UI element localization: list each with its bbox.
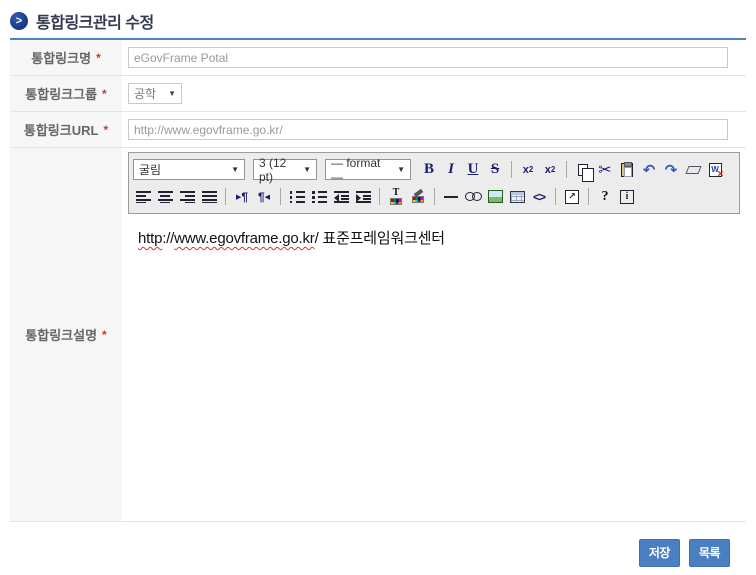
form-row-link-group: 통합링크그룹 * 공학 ▼ [10,76,746,112]
editor-content-area[interactable]: http://www.egovframe.go.kr/ 표준프레임워크센터 [128,214,740,514]
font-family-select[interactable]: 굴림 ▼ [133,159,245,180]
rtl-triangle: ◀ [265,193,270,201]
page-title: 통합링크관리 수정 [36,9,154,33]
form-row-link-name: 통합링크명 * [10,40,746,76]
ltr-pilcrow: ¶ [241,190,248,204]
insert-table-icon[interactable] [507,186,527,207]
clean-word-html-icon[interactable]: W× [705,159,725,180]
editor-toolbar: 굴림 ▼ 3 (12 pt) ▼ — format — ▼ [128,152,740,214]
link-name-label-cell: 통합링크명 * [10,40,122,75]
required-mark: * [102,87,107,101]
font-family-value: 굴림 [139,161,161,178]
ordered-list-icon[interactable] [287,186,307,207]
rtl-direction-icon[interactable]: ¶◀ [254,186,274,207]
rich-text-editor: 굴림 ▼ 3 (12 pt) ▼ — format — ▼ [128,152,740,514]
link-url-input[interactable] [128,119,728,140]
link-group-selected-option: 공학 [134,85,156,102]
paragraph-format-select[interactable]: — format — ▼ [325,159,411,180]
required-mark: * [102,328,107,342]
underline-icon[interactable]: U [463,159,483,180]
font-size-select[interactable]: 3 (12 pt) ▼ [253,159,317,180]
popup-editor-icon[interactable]: ↗ [562,186,582,207]
paste-icon[interactable] [617,159,637,180]
link-description-label-cell: 통합링크설명 * [10,148,122,521]
horizontal-rule-icon[interactable] [441,186,461,207]
toolbar-separator [434,188,435,205]
required-mark: * [103,123,108,137]
form-row-link-url: 통합링크URL * [10,112,746,148]
link-url-label-cell: 통합링크URL * [10,112,122,147]
remove-format-icon[interactable] [683,159,703,180]
font-size-value: 3 (12 pt) [259,156,298,184]
background-color-icon[interactable] [408,186,428,207]
chevron-down-icon: ▼ [397,165,405,174]
toolbar-separator [555,188,556,205]
rtl-pilcrow: ¶ [258,190,265,204]
action-buttons: 저장 목록 [639,539,730,567]
link-description-value-cell: 굴림 ▼ 3 (12 pt) ▼ — format — ▼ [122,148,746,521]
unordered-list-icon[interactable] [309,186,329,207]
content-text-http: http [138,230,162,247]
chevron-down-icon: ▼ [303,165,311,174]
align-left-icon[interactable] [133,186,153,207]
link-edit-page: > 통합링크관리 수정 통합링크명 * 통합링크그룹 * 공학 ▼ [0,0,756,575]
link-description-label: 통합링크설명 [25,325,97,344]
paragraph-format-value: — format — [331,156,392,184]
toolbar-separator [566,161,567,178]
insert-image-icon[interactable] [485,186,505,207]
outdent-icon[interactable] [331,186,351,207]
superscript-mark: 2 [551,165,555,174]
editor-toolbar-row-1: 굴림 ▼ 3 (12 pt) ▼ — format — ▼ [133,156,735,183]
source-code-icon[interactable]: <> [529,186,549,207]
content-text-scheme-sep: :// [162,230,174,247]
content-text-center-name: 표준프레임워크센터 [319,230,445,247]
link-group-select[interactable]: 공학 ▼ [128,83,182,104]
text-color-letter: T [393,188,400,198]
redo-icon[interactable]: ↷ [661,159,681,180]
toolbar-separator [379,188,380,205]
strikethrough-icon[interactable]: S [485,159,505,180]
chevron-down-icon: ▼ [231,165,239,174]
subscript-mark: 2 [529,165,533,174]
about-icon[interactable]: i [617,186,637,207]
text-color-icon[interactable]: T [386,186,406,207]
title-bullet-icon: > [10,12,28,30]
subscript-icon[interactable]: x2 [518,159,538,180]
link-name-label: 통합링크명 [31,48,91,67]
align-center-icon[interactable] [155,186,175,207]
indent-icon[interactable] [353,186,373,207]
undo-icon[interactable]: ↶ [639,159,659,180]
page-header: > 통합링크관리 수정 [10,9,154,33]
list-button[interactable]: 목록 [689,539,730,567]
link-name-value-cell [122,40,746,75]
form-row-link-description: 통합링크설명 * 굴림 ▼ 3 (12 pt) [10,148,746,522]
link-edit-form: 통합링크명 * 통합링크그룹 * 공학 ▼ 통합링크URL [10,38,746,522]
toolbar-separator [511,161,512,178]
align-right-icon[interactable] [177,186,197,207]
ltr-direction-icon[interactable]: ▶¶ [232,186,252,207]
word-x-mark: × [718,169,724,180]
save-button[interactable]: 저장 [639,539,680,567]
toolbar-separator [280,188,281,205]
link-group-label: 통합링크그룹 [25,84,97,103]
italic-icon[interactable]: I [441,159,461,180]
link-url-value-cell [122,112,746,147]
link-url-label: 통합링크URL [24,120,99,139]
cut-icon[interactable]: ✂ [595,159,615,180]
insert-link-icon[interactable] [463,186,483,207]
chevron-down-icon: ▼ [168,89,176,98]
toolbar-separator [588,188,589,205]
justify-icon[interactable] [199,186,219,207]
content-text-domain: www.egovframe.go.kr [174,230,314,247]
help-icon[interactable]: ? [595,186,615,207]
superscript-icon[interactable]: x2 [540,159,560,180]
required-mark: * [96,51,101,65]
link-group-value-cell: 공학 ▼ [122,76,746,111]
link-name-input[interactable] [128,47,728,68]
copy-icon[interactable] [573,159,593,180]
editor-toolbar-row-2: ▶¶ ¶◀ T [133,183,735,210]
bold-icon[interactable]: B [419,159,439,180]
link-group-label-cell: 통합링크그룹 * [10,76,122,111]
toolbar-separator [225,188,226,205]
